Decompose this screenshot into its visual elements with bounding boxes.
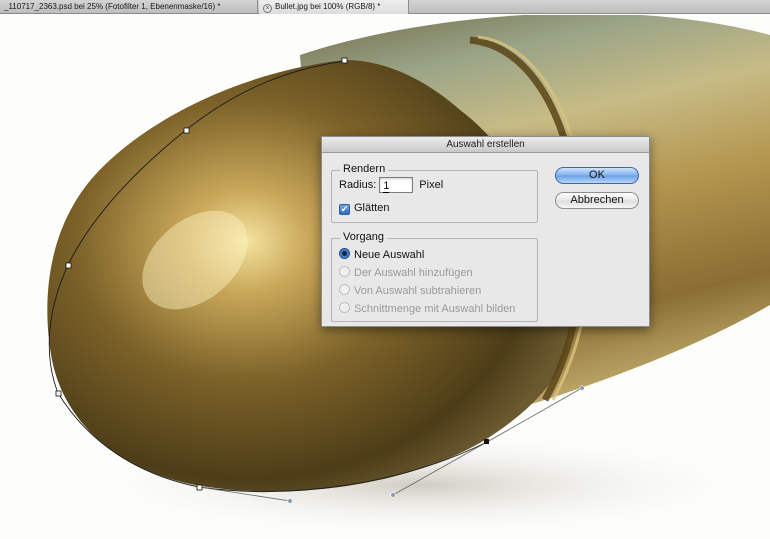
render-group-legend: Rendern [340, 163, 389, 175]
anchor-point[interactable] [196, 484, 203, 491]
smooth-row[interactable]: ✔ Glätten [339, 200, 389, 216]
render-group: Rendern Radius: 1 Pixel ✔ Glätten [331, 163, 538, 223]
direction-handle[interactable] [287, 498, 293, 504]
radio-add-to-selection: Der Auswahl hinzufügen [339, 265, 473, 281]
tab-bullet-document[interactable]: × Bullet.jpg bei 100% (RGB/8) * [259, 0, 409, 14]
ok-button[interactable]: OK [555, 167, 639, 184]
smooth-checkbox[interactable]: ✔ [339, 204, 350, 215]
tab-label: _110717_2363.psd bei 25% (Fotofilter 1, … [4, 2, 221, 11]
radio-new-selection[interactable]: Neue Auswahl [339, 247, 424, 263]
dialog-title: Auswahl erstellen [322, 137, 649, 153]
anchor-point[interactable] [183, 127, 190, 134]
direction-handle[interactable] [579, 385, 585, 391]
radius-label: Radius: [339, 179, 377, 191]
selected-anchor-point[interactable] [484, 439, 489, 444]
radius-input[interactable]: 1 [379, 177, 414, 193]
radio-label: Schnittmenge mit Auswahl bilden [354, 303, 516, 315]
radius-row: Radius: 1 Pixel [339, 177, 443, 193]
radio-subtract-from-selection: Von Auswahl subtrahieren [339, 283, 481, 299]
document-tab-bar: _110717_2363.psd bei 25% (Fotofilter 1, … [0, 0, 770, 14]
anchor-point[interactable] [55, 390, 62, 397]
radius-unit-label: Pixel [419, 179, 444, 191]
tab-label: Bullet.jpg bei 100% (RGB/8) * [275, 2, 381, 11]
radio-icon [339, 266, 350, 277]
make-selection-dialog: Auswahl erstellen Rendern Radius: 1 Pixel … [321, 136, 650, 327]
smooth-label: Glätten [354, 202, 390, 214]
close-tab-icon[interactable]: × [263, 4, 272, 13]
radio-label: Von Auswahl subtrahieren [354, 285, 482, 297]
radio-label: Der Auswahl hinzufügen [354, 267, 473, 279]
tab-psd-document[interactable]: _110717_2363.psd bei 25% (Fotofilter 1, … [0, 0, 258, 14]
radio-intersect-selection: Schnittmenge mit Auswahl bilden [339, 301, 515, 317]
radio-label: Neue Auswahl [354, 249, 425, 261]
cancel-button[interactable]: Abbrechen [555, 192, 639, 209]
anchor-point[interactable] [341, 57, 348, 64]
radio-selected-icon[interactable] [339, 248, 350, 259]
radio-icon [339, 284, 350, 295]
anchor-point[interactable] [65, 262, 72, 269]
direction-handle[interactable] [390, 492, 396, 498]
operation-group-legend: Vorgang [340, 231, 387, 243]
radio-icon [339, 302, 350, 313]
operation-group: Vorgang Neue Auswahl Der Auswahl hinzufü… [331, 231, 538, 322]
